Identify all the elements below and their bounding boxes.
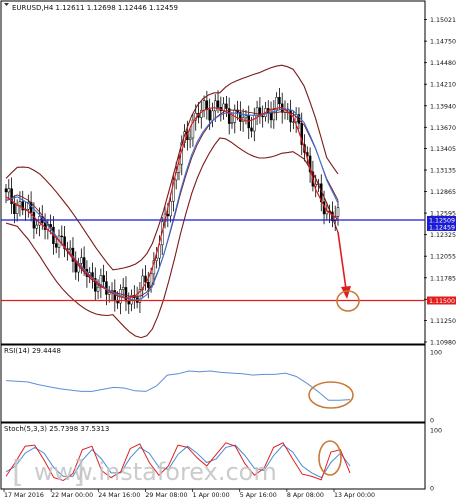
candle-body [68,247,72,251]
osc-tick-label: 0 [430,418,434,425]
candle-body [121,287,125,290]
candle-body [188,137,192,140]
candle-body [269,112,273,121]
time-tick-label: 1 Apr 00:00 [193,492,230,499]
candle-body [18,201,22,206]
candle-body [13,203,16,215]
candle-body [255,107,259,116]
forecast-arrow-line [337,231,347,290]
candle-body [107,292,111,295]
rsi-annotation-circle [308,381,354,409]
candle-body [127,300,131,305]
forex-chart: EURUSD,H4 1.12611 1.12698 1.12446 1.1245… [0,0,456,500]
time-tick-label: 8 Apr 08:00 [287,492,324,499]
price-header: EURUSD,H4 1.12611 1.12698 1.12446 1.1245… [4,3,178,12]
candle-body [124,287,128,302]
osc-tick-label: 100 [430,350,442,357]
candle-body [244,115,248,119]
candle-body [292,121,295,123]
price-tick-label: 1.11250 [430,318,456,325]
ma-slow-line [5,108,339,301]
stoch-axis: 100 0 [430,428,442,493]
candle-body [15,205,19,215]
price-tick-label: 1.12865 [430,189,456,196]
candle-body [230,122,234,124]
candle-body [166,213,170,217]
time-axis: 17 Mar 2016 22 Mar 00:00 24 Mar 16:00 29 Ma… [3,489,375,499]
price-tick-label: 1.15021 [430,17,456,24]
price-tick-label: 1.12055 [430,254,456,261]
candle-body [80,257,83,264]
price-tick-label: 1.12325 [430,232,456,239]
watermark-text: www.instaforex.com [34,458,277,486]
time-tick-label: 13 Apr 00:00 [334,492,375,499]
price-marker-label: 1.12459 [429,224,455,231]
candle-body [7,188,11,193]
time-tick-label: 17 Mar 2016 [4,492,44,499]
candle-body [289,109,292,123]
candle-body [4,188,8,193]
candle-body [225,103,228,109]
candle-body [96,286,100,292]
time-tick-label: 24 Mar 16:00 [98,492,140,499]
candle-body [208,109,211,121]
candle-body [60,235,64,238]
stoch-annotation-circle [318,440,342,476]
price-level-lines: 1.125091.124591.11500 [1,215,456,305]
price-tick-label: 1.13670 [430,125,456,132]
rsi-line [5,370,351,401]
price-tick-label: 1.14750 [430,39,456,46]
chart-svg: EURUSD,H4 1.12611 1.12698 1.12446 1.1245… [0,0,456,499]
price-title: EURUSD,H4 1.12611 1.12698 1.12446 1.1245… [12,4,178,12]
price-tick-label: 1.13135 [430,168,456,175]
forecast-annotation [336,231,360,312]
candle-body [202,100,206,111]
bollinger-upper [5,64,339,271]
rsi-panel-frame [0,344,426,423]
rsi-title: RSI(14) 29.4448 [4,347,61,355]
time-tick-label: 5 Apr 16:00 [240,492,277,499]
candle-body [147,281,150,288]
time-tick-label: 29 Mar 08:00 [145,492,187,499]
price-overlays [5,64,339,339]
candle-body [169,200,172,217]
candle-body [211,110,214,121]
candle-body [35,224,38,229]
stoch-title: Stoch(5,3,3) 25.7398 37.5313 [4,425,109,433]
osc-tick-label: 0 [430,486,434,493]
rsi-axis: 100 0 [430,350,442,425]
candle-body [116,300,119,304]
candle-body [102,275,105,282]
price-tick-label: 1.13940 [430,103,456,110]
price-tick-label: 1.11785 [430,275,456,282]
candle-body [336,207,340,217]
price-tick-label: 1.13405 [430,146,456,153]
osc-tick-label: 100 [430,428,442,435]
candle-body [216,100,220,108]
candle-body [250,127,253,132]
candle-body [213,100,217,112]
candle-body [261,115,264,118]
watermark: [ ] www.instaforex.com [12,455,277,490]
price-marker-label: 1.11500 [429,298,455,305]
candle-body [278,97,281,105]
candle-body [155,257,158,261]
price-panel-frame [0,0,426,345]
price-tick-label: 1.14480 [430,60,456,67]
chart-menu-icon [4,3,9,6]
time-tick-label: 22 Mar 00:00 [51,492,93,499]
candle-body [54,243,58,248]
candle-body [253,115,256,132]
price-tick-label: 1.10980 [430,340,456,347]
price-tick-label: 1.14210 [430,82,456,89]
